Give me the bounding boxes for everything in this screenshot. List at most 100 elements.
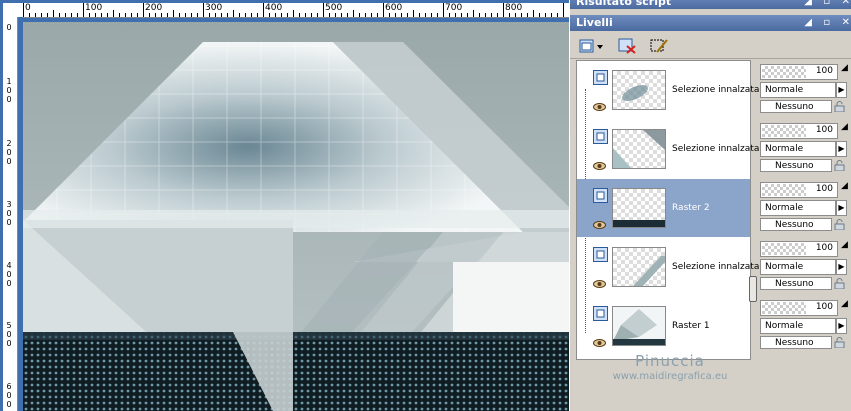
lock-icon[interactable] [834,278,845,289]
opacity-slider[interactable]: 100 [760,300,838,316]
new-layer-icon [579,39,603,53]
ruler-h-label: 600 [385,3,403,13]
ruler-v-label: 300 [6,200,12,227]
delete-layer-icon [618,38,636,54]
ruler-corner [3,3,23,17]
opacity-slider[interactable]: 100 [760,182,838,198]
layer-row[interactable]: Raster 1 [577,297,750,355]
opacity-corner-icon: ◢ [841,181,848,191]
ruler-h-label: 500 [325,3,343,13]
layer-name: Selezione innalzata [672,262,760,272]
opacity-value: 100 [815,184,833,194]
mask-select[interactable]: Nessuno [760,100,832,113]
artwork [23,22,569,411]
ruler-v-label: 600 [6,382,12,409]
layer-properties-row: 100 ◢ Normale ▶ Nessuno [756,178,848,236]
layer-thumbnail [612,70,666,110]
opacity-value: 100 [815,243,833,253]
delete-layer-button[interactable] [616,36,640,56]
ruler-h-label: 200 [145,3,163,13]
horizontal-ruler: 0 100 200 300 400 500 600 700 800 [23,3,569,18]
raster-layer-icon [593,129,608,144]
opacity-corner-icon: ◢ [841,240,848,250]
opacity-slider[interactable]: 100 [760,123,838,139]
layer-name: Raster 2 [672,203,710,213]
lock-icon[interactable] [834,337,845,348]
ruler-v-label: 500 [6,321,12,348]
visibility-eye-icon[interactable] [593,280,606,288]
script-window-buttons[interactable]: ◢ ▫ ✕ [804,0,851,9]
layer-row-selected[interactable]: Raster 2 [577,179,750,237]
opacity-slider[interactable]: 100 [760,241,838,257]
edit-selection-button[interactable] [648,36,672,56]
layer-row[interactable]: Selezione innalzata [577,238,759,296]
document-image[interactable] [23,22,569,411]
layers-list[interactable]: Selezione innalzata Selezione innalzata … [576,60,759,360]
script-panel-title: Risultato script [576,0,672,8]
new-layer-button[interactable] [576,36,603,56]
opacity-value: 100 [815,66,833,76]
opacity-value: 100 [815,302,833,312]
visibility-eye-icon[interactable] [593,339,606,347]
raster-layer-icon [593,70,608,85]
opacity-corner-icon: ◢ [841,299,848,309]
mask-select[interactable]: Nessuno [760,159,832,172]
layer-row[interactable]: Selezione innalzata [577,120,759,178]
ruler-h-label: 0 [25,3,31,13]
raster-layer-icon [593,188,608,203]
mask-select[interactable]: Nessuno [760,336,832,349]
opacity-corner-icon: ◢ [841,63,848,73]
layer-thumbnail [612,306,666,346]
blend-dropdown-arrow-icon[interactable]: ▶ [836,200,847,216]
opacity-value: 100 [815,125,833,135]
blend-mode-select[interactable]: Normale [760,318,836,334]
layer-row[interactable]: Selezione innalzata [577,61,759,119]
layers-titlebar[interactable]: Livelli ◢ ▫ ✕ [570,15,851,31]
ruler-v-label: 100 [6,77,12,104]
raster-layer-icon [593,306,608,321]
ruler-h-label: 700 [445,3,463,13]
ruler-h-label: 100 [85,3,103,13]
ruler-h-label: 800 [505,3,523,13]
visibility-eye-icon[interactable] [593,103,606,111]
opacity-corner-icon: ◢ [841,122,848,132]
layer-thumbnail [612,247,666,287]
canvas-area[interactable]: 0 100 200 300 400 500 600 700 800 0 100 … [0,0,569,411]
raster-layer-icon [593,247,608,262]
blend-mode-select[interactable]: Normale [760,200,836,216]
layer-properties-row: 100 ◢ Normale ▶ Nessuno [756,119,848,177]
blend-mode-select[interactable]: Normale [760,141,836,157]
visibility-eye-icon[interactable] [593,162,606,170]
opacity-slider[interactable]: 100 [760,64,838,80]
layers-toolbar [570,32,851,59]
script-output-titlebar[interactable]: Risultato script ◢ ▫ ✕ [570,0,851,9]
lock-icon[interactable] [834,101,845,112]
layers-window-buttons[interactable]: ◢ ▫ ✕ [804,15,851,30]
layer-name: Raster 1 [672,321,710,331]
layer-properties: 100 ◢ Normale ▶ Nessuno 100 ◢ Normale ▶ … [756,60,848,358]
mask-select[interactable]: Nessuno [760,218,832,231]
layer-properties-row: 100 ◢ Normale ▶ Nessuno [756,296,848,354]
visibility-eye-icon[interactable] [593,221,606,229]
blend-mode-select[interactable]: Normale [760,259,836,275]
lock-icon[interactable] [834,219,845,230]
layer-name: Selezione innalzata [672,85,760,95]
vertical-ruler: 0 100 200 300 400 500 600 [3,17,18,411]
layer-thumbnail [612,129,666,169]
ruler-v-label: 0 [6,23,12,32]
ruler-h-label: 400 [265,3,283,13]
blend-dropdown-arrow-icon[interactable]: ▶ [836,318,847,334]
blend-dropdown-arrow-icon[interactable]: ▶ [836,259,847,275]
layer-properties-row: 100 ◢ Normale ▶ Nessuno [756,237,848,295]
blend-dropdown-arrow-icon[interactable]: ▶ [836,141,847,157]
blend-dropdown-arrow-icon[interactable]: ▶ [836,82,847,98]
layer-properties-row: 100 ◢ Normale ▶ Nessuno [756,60,848,118]
mask-select[interactable]: Nessuno [760,277,832,290]
blend-mode-select[interactable]: Normale [760,82,836,98]
ruler-v-label: 400 [6,261,12,288]
lock-icon[interactable] [834,160,845,171]
ruler-h-label: 300 [205,3,223,13]
ruler-v-label: 200 [6,139,12,166]
layers-palette: Risultato script ◢ ▫ ✕ Livelli ◢ ▫ ✕ Sel… [569,0,851,411]
layer-name: Selezione innalzata [672,144,760,154]
